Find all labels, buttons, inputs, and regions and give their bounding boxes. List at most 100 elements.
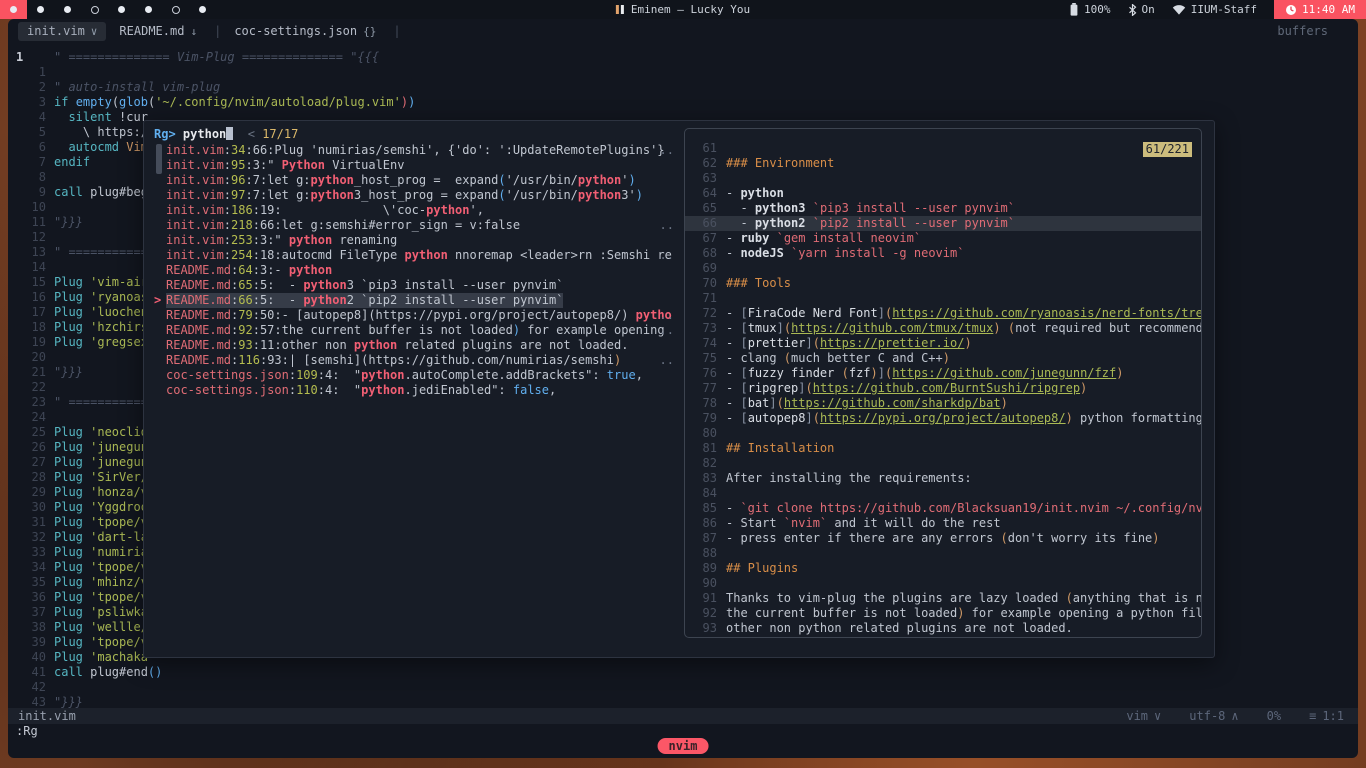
line-number: 1 — [16, 50, 24, 64]
line-number: 15 — [31, 275, 46, 289]
wifi-module: IIUM-Staff — [1172, 3, 1257, 16]
tab-coc-settings-json[interactable]: coc-settings.json {} — [225, 22, 385, 41]
line-number: 63 — [702, 171, 717, 185]
line-number: 74 — [702, 336, 717, 350]
line-number: 8 — [38, 170, 46, 184]
line-number: 86 — [702, 516, 717, 530]
line-number: 61 — [702, 141, 717, 155]
vim-icon: ∨ — [90, 24, 98, 38]
preview-line: 85- `git clone https://github.com/Blacks… — [685, 501, 1201, 516]
preview-line: 91 Thanks to vim-plug the plugins are laz… — [685, 591, 1201, 606]
workspace-dot-occupied — [199, 6, 206, 13]
tab-init-vim[interactable]: init.vim ∨ — [18, 21, 107, 41]
statusline-encoding: utf-8 — [1189, 708, 1226, 723]
workspace-6[interactable] — [135, 0, 162, 19]
fzf-result-row[interactable]: init.vim:254:18:autocmd FileType python … — [144, 248, 684, 263]
clock-module: 11:40 AM — [1274, 0, 1366, 19]
preview-pane: 61/221 61 62 ### Environment 63 64- python 65… — [684, 128, 1202, 638]
workspace-4[interactable] — [81, 0, 108, 19]
line-number: 26 — [31, 440, 46, 454]
preview-line: 75- clang (much better C and C++) — [685, 351, 1201, 366]
bluetooth-icon — [1128, 3, 1136, 16]
fzf-result-row[interactable]: README.md:64:3:- python — [144, 263, 684, 278]
preview-line: 78- [bat](https://github.com/sharkdp/bat… — [685, 396, 1201, 411]
vim-icon: ∨ — [1154, 708, 1162, 723]
fzf-result-row[interactable]: README.md:92:57:the current buffer is no… — [144, 323, 684, 338]
statusline-filename: init.vim — [18, 708, 76, 723]
tabline: init.vim ∨ README.md ↓ | coc-settings.js… — [8, 19, 1358, 43]
workspace-5[interactable] — [108, 0, 135, 19]
statusline-scroll-percent: 0% — [1266, 708, 1282, 723]
line-number: 41 — [31, 665, 46, 679]
workspace-indicators[interactable] — [0, 0, 216, 19]
line-number: 66 — [702, 216, 717, 230]
line-number: 85 — [702, 501, 717, 515]
preview-line: 86- Start `nvim` and it will do the rest — [685, 516, 1201, 531]
line-number: 78 — [702, 396, 717, 410]
fzf-result-row[interactable]: init.vim:186:19: \'coc-python', — [144, 203, 684, 218]
preview-line: 84 — [685, 486, 1201, 501]
line-number: 33 — [31, 545, 46, 559]
fzf-result-row[interactable]: README.md:79:50:- [autopep8](https://pyp… — [144, 308, 684, 323]
line-number: 27 — [31, 455, 46, 469]
line-number: 31 — [31, 515, 46, 529]
preview-line: 74- [prettier](https://prettier.io/) — [685, 336, 1201, 351]
editor-line: 3 if empty(glob('~/.config/nvim/autoload/… — [8, 95, 1358, 110]
fzf-result-row[interactable]: README.md:65:5: - python3 `pip3 install … — [144, 278, 684, 293]
preview-line: 90 — [685, 576, 1201, 591]
line-number: 68 — [702, 246, 717, 260]
json-braces-icon: {} — [363, 24, 377, 38]
line-number: 36 — [31, 590, 46, 604]
workspace-dot-occupied — [37, 6, 44, 13]
pause-icon[interactable] — [615, 5, 624, 14]
workspace-7[interactable] — [162, 0, 189, 19]
fzf-result-row[interactable]: init.vim:34:66:Plug 'numirias/semshi', {… — [144, 143, 684, 158]
preview-line: 87- press enter if there are any errors … — [685, 531, 1201, 546]
bluetooth-state: On — [1141, 3, 1155, 16]
line-number: 75 — [702, 351, 717, 365]
fzf-result-row[interactable]: README.md:116:93:| [semshi](https://gith… — [144, 353, 684, 368]
fzf-query-input[interactable]: python — [176, 127, 226, 141]
bluetooth-module: On — [1128, 3, 1155, 16]
workspace-2[interactable] — [27, 0, 54, 19]
line-number: 1 — [38, 65, 46, 79]
workspace-dot-occupied — [64, 6, 71, 13]
line-number: 20 — [31, 350, 46, 364]
line-number: 4 — [38, 110, 46, 124]
fzf-result-row[interactable]: init.vim:96:7:let g:python_host_prog = e… — [144, 173, 684, 188]
line-number: 7 — [38, 155, 46, 169]
workspace-8[interactable] — [189, 0, 216, 19]
line-number: 37 — [31, 605, 46, 619]
fzf-rg-popup: Rg> python < 17/17 init.vim:34:66:Plug '… — [143, 120, 1215, 658]
line-number: 3 — [38, 95, 46, 109]
statusline-position: 1:1 — [1322, 708, 1344, 723]
line-number: 88 — [702, 546, 717, 560]
line-number: 28 — [31, 470, 46, 484]
workspace-1[interactable] — [0, 0, 27, 19]
tab-readme-md[interactable]: README.md ↓ — [110, 22, 206, 41]
fzf-result-row[interactable]: > README.md:66:5: - python2 `pip2 install… — [144, 293, 684, 308]
tab-label: coc-settings.json — [234, 23, 358, 38]
line-number: 81 — [702, 441, 717, 455]
fzf-result-row[interactable]: init.vim:253:3:" python renaming — [144, 233, 684, 248]
line-number: 87 — [702, 531, 717, 545]
fzf-result-row[interactable]: init.vim:97:7:let g:python3_host_prog = … — [144, 188, 684, 203]
workspace-3[interactable] — [54, 0, 81, 19]
fzf-result-row[interactable]: coc-settings.json:110:4: "python.jediEna… — [144, 383, 684, 398]
lines-icon: ≡ — [1309, 708, 1317, 723]
line-number: 35 — [31, 575, 46, 589]
line-number: 16 — [31, 290, 46, 304]
nvim-notification-badge[interactable]: nvim — [657, 738, 709, 754]
wifi-ssid: IIUM-Staff — [1190, 3, 1258, 16]
line-number: 73 — [702, 321, 717, 335]
line-number: 24 — [31, 410, 46, 424]
wifi-icon — [1172, 5, 1185, 15]
line-number: 6 — [38, 140, 46, 154]
fzf-result-row[interactable]: init.vim:218:66:let g:semshi#error_sign … — [144, 218, 684, 233]
fzf-result-row[interactable]: README.md:93:11:other non python related… — [144, 338, 684, 353]
now-playing: Eminem – Lucky You — [615, 3, 750, 16]
preview-line: 64- python — [685, 186, 1201, 201]
fzf-result-row[interactable]: coc-settings.json:109:4: "python.autoCom… — [144, 368, 684, 383]
line-number: 93 — [702, 621, 717, 635]
fzf-result-row[interactable]: init.vim:95:3:" Python VirtualEnv — [144, 158, 684, 173]
